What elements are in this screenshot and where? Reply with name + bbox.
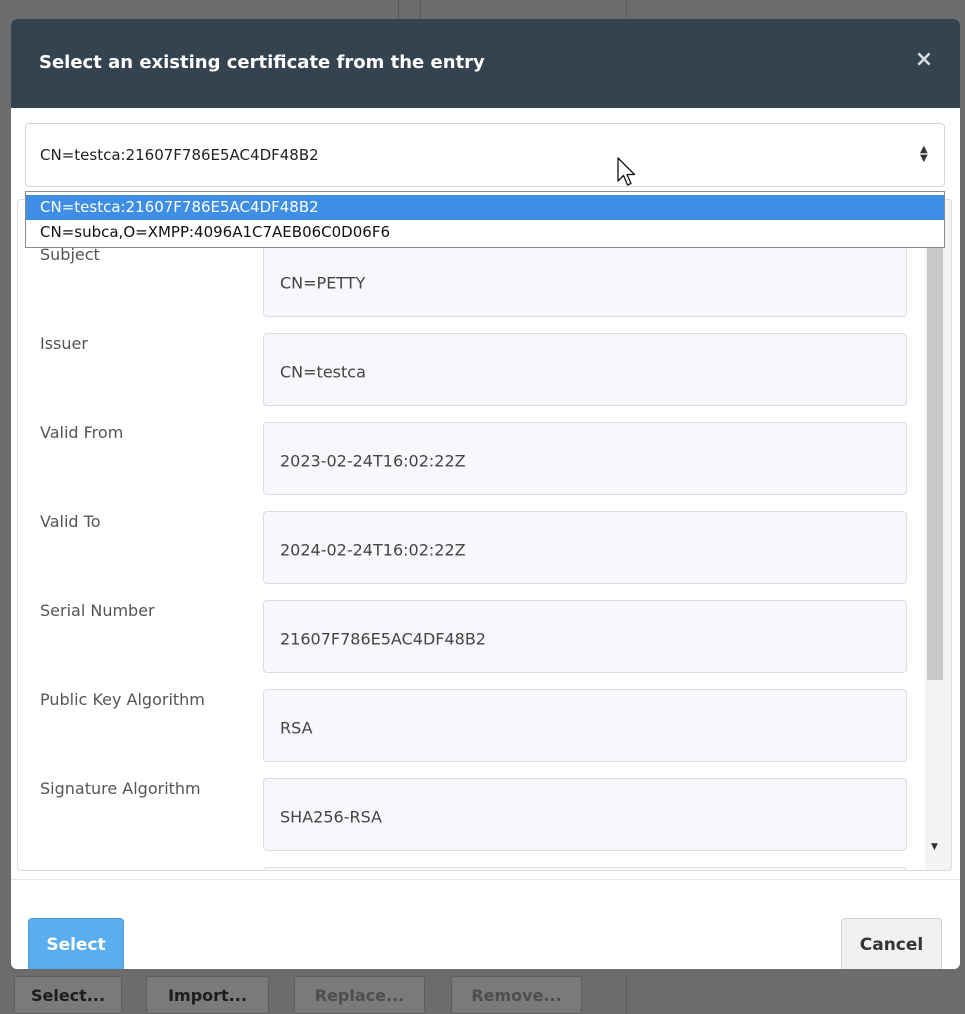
signature-algorithm-label: Signature Algorithm (40, 779, 201, 798)
valid-to-label: Valid To (40, 512, 101, 531)
issuer-field[interactable]: CN=testca (263, 333, 907, 406)
background-import-button: Import... (146, 976, 269, 1014)
cancel-button[interactable]: Cancel (841, 918, 942, 969)
background-divider (398, 0, 399, 20)
serial-number-label: Serial Number (40, 601, 155, 620)
valid-from-label: Valid From (40, 423, 124, 442)
signature-algorithm-field[interactable]: SHA256-RSA (263, 778, 907, 851)
public-key-algorithm-value: RSA (280, 718, 313, 738)
valid-to-value: 2024-02-24T16:02:22Z (280, 540, 466, 560)
dialog-footer: Select Cancel (11, 879, 960, 969)
public-key-algorithm-field[interactable]: RSA (263, 689, 907, 762)
subject-field[interactable]: CN=PETTY (263, 244, 907, 317)
select-button[interactable]: Select (28, 918, 124, 969)
certificate-options-list: CN=testca:21607F786E5AC4DF48B2 CN=subca,… (25, 191, 945, 248)
valid-from-value: 2023-02-24T16:02:22Z (280, 451, 466, 471)
valid-from-field[interactable]: 2023-02-24T16:02:22Z (263, 422, 907, 495)
serial-number-value: 21607F786E5AC4DF48B2 (280, 629, 486, 649)
issuer-value: CN=testca (280, 362, 366, 382)
background-replace-button: Replace... (294, 976, 425, 1014)
signature-algorithm-value: SHA256-RSA (280, 807, 382, 827)
dialog-title: Select an existing certificate from the … (39, 52, 485, 73)
subject-value: CN=PETTY (280, 273, 366, 293)
serial-number-field[interactable]: 21607F786E5AC4DF48B2 (263, 600, 907, 673)
certificate-option[interactable]: CN=subca,O=XMPP:4096A1C7AEB06C0D06F6 (26, 220, 944, 245)
certificate-select-value: CN=testca:21607F786E5AC4DF48B2 (40, 146, 319, 164)
mouse-pointer-icon (617, 157, 636, 186)
background-divider (626, 0, 627, 20)
close-icon[interactable]: × (911, 47, 937, 77)
issuer-label: Issuer (40, 334, 88, 353)
certificate-select[interactable]: CN=testca:21607F786E5AC4DF48B2 ▲ ▼ (25, 123, 945, 187)
background-button-bar: Select... Import... Replace... Remove... (0, 976, 965, 1014)
public-key-algorithm-label: Public Key Algorithm (40, 690, 205, 709)
certificate-details-panel[interactable]: Subject CN=PETTY Issuer CN=testca Valid … (17, 199, 952, 871)
background-divider (420, 0, 421, 20)
dialog-header: Select an existing certificate from the … (11, 19, 960, 108)
next-field[interactable] (263, 867, 907, 870)
background-remove-button: Remove... (451, 976, 582, 1014)
scroll-down-arrow-icon[interactable]: ▼ (931, 842, 938, 852)
certificate-option[interactable]: CN=testca:21607F786E5AC4DF48B2 (26, 195, 944, 220)
valid-to-field[interactable]: 2024-02-24T16:02:22Z (263, 511, 907, 584)
certificate-dialog: Select an existing certificate from the … (11, 19, 960, 969)
background-divider (626, 976, 627, 1014)
updown-arrows-icon: ▲ ▼ (920, 144, 928, 164)
background-select-button: Select... (14, 976, 122, 1014)
details-scrollbar-thumb[interactable] (927, 202, 943, 680)
